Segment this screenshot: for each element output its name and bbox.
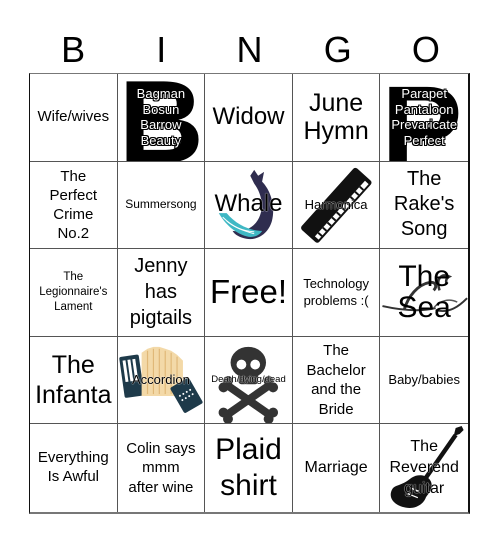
cell-text: The Rake's Song bbox=[393, 168, 455, 241]
bingo-cell[interactable]: Technology problems :( bbox=[292, 249, 381, 337]
cell-text: The Reverend guitar bbox=[389, 437, 459, 497]
cell-text: Plaid shirt bbox=[215, 433, 282, 503]
cell-text: Marriage bbox=[304, 459, 368, 477]
bingo-cell[interactable]: Summersong bbox=[117, 161, 206, 250]
cell-text: Parapet Pantaloon Prevaricate Perfect bbox=[391, 86, 458, 148]
bingo-cell[interactable]: Widow bbox=[205, 74, 293, 162]
bingo-cell[interactable]: Accordion bbox=[117, 336, 206, 425]
bingo-cell[interactable]: Death/dying/dead bbox=[205, 336, 293, 425]
cell-text: Everything Is Awful bbox=[37, 449, 109, 486]
cell-text: The Bachelor and the Bride bbox=[306, 342, 366, 418]
bingo-cell[interactable]: Marriage bbox=[293, 424, 381, 512]
bingo-cell[interactable]: Colin says mmm after wine bbox=[118, 424, 206, 512]
bingo-cell[interactable]: P Parapet Pantaloon Prevaricate Perfect bbox=[380, 74, 468, 162]
cell-text: Accordion bbox=[131, 371, 190, 387]
bingo-cell[interactable]: The Rake's Song bbox=[380, 162, 468, 250]
cell-text: Widow bbox=[212, 102, 285, 130]
bingo-cell[interactable]: June Hymn bbox=[292, 74, 381, 162]
bingo-cell[interactable]: Baby/babies bbox=[380, 337, 468, 425]
cell-text: Baby/babies bbox=[388, 371, 460, 387]
cell-text: Colin says mmm after wine bbox=[126, 439, 196, 496]
header-letter-g: G bbox=[323, 29, 352, 70]
cell-text: Whale bbox=[214, 190, 283, 218]
cell-text: Jenny has pigtails bbox=[129, 255, 193, 330]
bingo-cell[interactable]: Harmonica bbox=[292, 161, 381, 250]
bingo-cell[interactable]: The Bachelor and the Bride bbox=[292, 336, 381, 425]
cell-text: The Perfect Crime No.2 bbox=[49, 167, 98, 243]
bingo-grid: Wife/wives B Bagman Bosun Barrow Beauty Wid… bbox=[29, 73, 470, 514]
bingo-cell[interactable]: Plaid shirt bbox=[205, 424, 293, 512]
bingo-cell free-space[interactable]: Free! bbox=[205, 249, 293, 337]
bingo-cell[interactable]: Whale bbox=[205, 161, 293, 250]
cell-text: Technology problems :( bbox=[303, 275, 369, 309]
cell-text: June Hymn bbox=[303, 89, 369, 146]
bingo-cell[interactable]: Jenny has pigtails bbox=[117, 249, 206, 337]
bingo-cell[interactable]: Wife/wives bbox=[30, 74, 118, 162]
cell-text: Bagman Bosun Barrow Beauty bbox=[136, 86, 186, 148]
cell-text: Death/dying/dead bbox=[211, 373, 286, 385]
bingo-header: B I N G O bbox=[29, 30, 470, 70]
cell-text: Summersong bbox=[125, 197, 197, 212]
cell-text: Wife/wives bbox=[37, 107, 110, 125]
cell-text: The Sea bbox=[397, 259, 451, 325]
header-letter-b: B bbox=[61, 29, 86, 70]
cell-text: Harmonica bbox=[304, 196, 368, 212]
header-letter-o: O bbox=[411, 29, 440, 70]
cell-text: The Infanta bbox=[35, 351, 112, 410]
cell-text: Free! bbox=[209, 273, 287, 311]
bingo-cell[interactable]: The Sea bbox=[380, 249, 468, 337]
bingo-cell[interactable]: The Perfect Crime No.2 bbox=[30, 161, 118, 250]
bingo-cell[interactable]: The Legionnaire's Lament bbox=[30, 249, 118, 337]
bingo-cell[interactable]: The Infanta bbox=[30, 336, 118, 425]
bingo-cell[interactable]: B Bagman Bosun Barrow Beauty bbox=[117, 74, 206, 162]
cell-text: The Legionnaire's Lament bbox=[39, 271, 108, 313]
header-letter-n: N bbox=[236, 29, 263, 70]
header-letter-i: I bbox=[156, 29, 167, 70]
bingo-cell[interactable]: Everything Is Awful bbox=[30, 424, 118, 512]
bingo-cell[interactable]: The Reverend guitar bbox=[380, 424, 468, 512]
